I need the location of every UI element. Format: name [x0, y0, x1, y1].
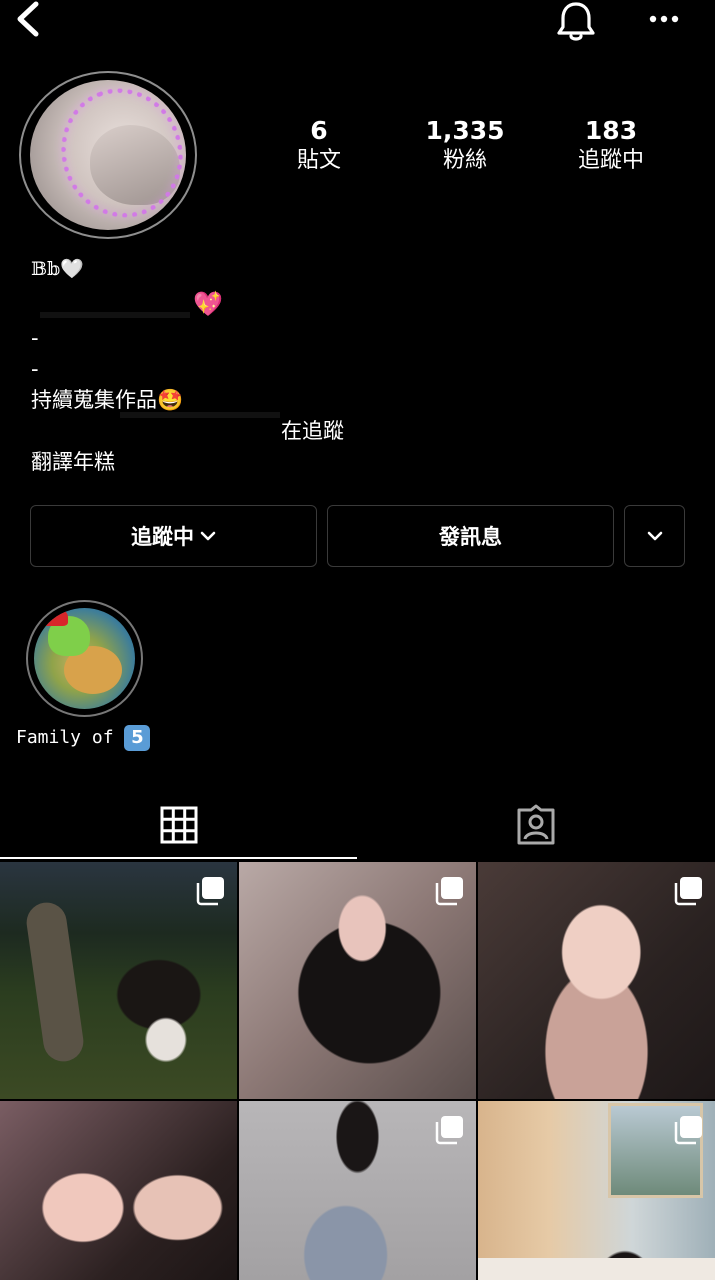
post-thumbnail[interactable] [0, 862, 237, 1099]
post-thumbnail[interactable] [0, 1101, 237, 1280]
highlight-label[interactable]: Family of 5 [16, 724, 151, 752]
bell-icon [557, 2, 595, 41]
more-horizontal-icon [649, 15, 679, 23]
multi-post-icon [435, 877, 463, 906]
chevron-down-icon [647, 531, 662, 541]
message-button-label: 發訊息 [439, 525, 502, 549]
post-thumbnail[interactable] [478, 1101, 715, 1280]
followers-label: 粉絲 [442, 148, 487, 173]
bio-line-dash-1: - [31, 326, 39, 350]
post-thumbnail[interactable] [239, 1101, 476, 1280]
posts-label: 貼文 [296, 148, 341, 173]
redacted-text [40, 312, 190, 318]
multi-post-icon [674, 1116, 702, 1145]
notifications-button[interactable] [552, 0, 600, 44]
post-image-bed [478, 1258, 715, 1280]
following-button-label: 追蹤中 [131, 525, 194, 549]
followers-count: 1,335 [425, 116, 505, 145]
post-thumbnail[interactable] [478, 862, 715, 1099]
bio-line-dash-2: - [31, 357, 39, 381]
keycap-number-badge: 5 [124, 725, 151, 751]
bio-translate-line: 翻譯年糕 [31, 450, 115, 474]
bio-collect-line: 持續蒐集作品🤩 [31, 388, 184, 412]
sparkling-heart-emoji: 💖 [193, 290, 223, 318]
following-count: 183 [584, 116, 638, 145]
post-image-tree [24, 899, 86, 1065]
tab-posts-grid[interactable] [0, 790, 357, 860]
tab-tagged[interactable] [357, 790, 715, 860]
following-button[interactable]: 追蹤中 [30, 505, 317, 567]
following-stat[interactable]: 183 追蹤中 [541, 116, 681, 176]
tagged-person-icon [517, 804, 555, 845]
message-button[interactable]: 發訊息 [327, 505, 614, 567]
avatar[interactable] [30, 80, 186, 230]
multi-post-icon [196, 877, 224, 906]
multi-post-icon [674, 877, 702, 906]
posts-count: 6 [310, 116, 328, 145]
highlight-cover[interactable] [34, 608, 135, 709]
back-button[interactable] [12, 0, 48, 40]
post-thumbnail[interactable] [239, 862, 476, 1099]
profile-name: 𝔹𝕓🤍 [31, 258, 85, 280]
bio-following-line: 在追蹤 [281, 419, 344, 443]
suggested-accounts-button[interactable] [624, 505, 685, 567]
grid-icon [160, 806, 197, 844]
more-options-button[interactable] [642, 2, 686, 34]
followers-stat[interactable]: 1,335 粉絲 [395, 116, 535, 176]
chevron-down-icon [200, 531, 216, 541]
highlight-mushroom [42, 608, 68, 626]
redacted-text [120, 412, 280, 418]
following-label: 追蹤中 [577, 148, 644, 173]
highlight-label-text: Family of [16, 727, 114, 748]
chevron-left-icon [17, 1, 39, 37]
multi-post-icon [435, 1116, 463, 1145]
posts-stat: 6 貼文 [249, 116, 389, 176]
active-tab-indicator [0, 857, 357, 859]
